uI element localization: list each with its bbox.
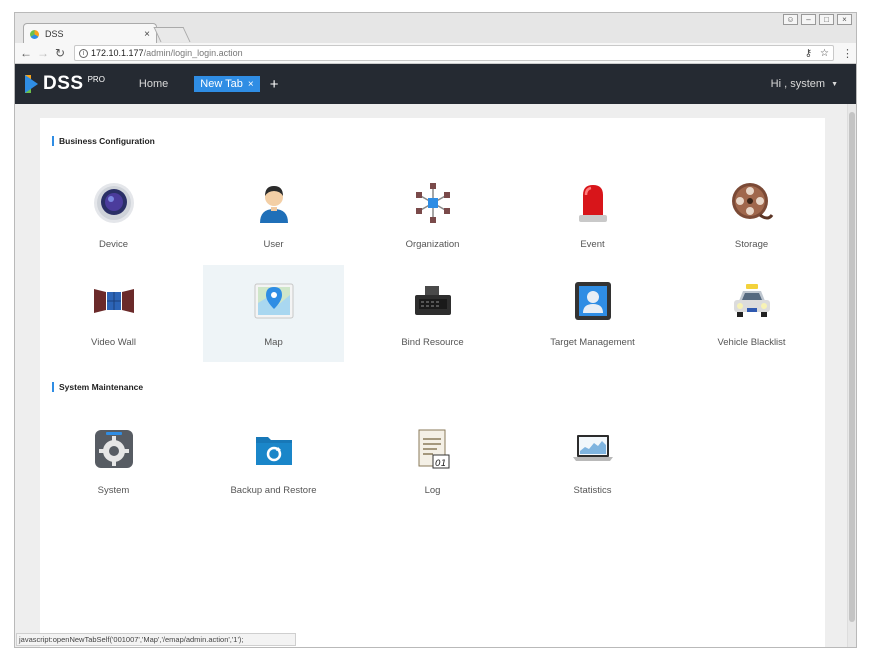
close-window-icon[interactable]: ×	[837, 14, 852, 25]
tile-label: Device	[98, 239, 129, 250]
log-document-icon: 01	[411, 427, 455, 471]
section-title-maintenance: System Maintenance	[52, 382, 143, 392]
tile-label: Vehicle Blacklist	[717, 337, 786, 348]
page-scrollbar[interactable]	[847, 104, 856, 647]
user-menu[interactable]: Hi , system ▼	[771, 78, 838, 90]
tile-label: System	[97, 485, 130, 496]
app-header: DSS PRO Home New Tab × + Hi , system ▼	[15, 64, 856, 104]
url-host: 172.10.1.177	[91, 48, 144, 58]
tile-label: Bind Resource	[401, 337, 464, 348]
tile-label: Organization	[405, 239, 460, 250]
dss-logo-icon	[25, 75, 39, 93]
tile-label: Target Management	[550, 337, 635, 348]
tile-storage[interactable]: Storage	[681, 167, 822, 264]
logo-text: DSS	[43, 73, 84, 94]
browser-tab-close-icon[interactable]: ×	[144, 29, 150, 40]
taxi-car-icon	[730, 279, 774, 323]
address-bar: ← → ↻ i 172.10.1.177 /admin/login_login.…	[15, 43, 856, 64]
url-path: /admin/login_login.action	[143, 48, 243, 58]
bookmark-star-icon[interactable]: ☆	[820, 48, 829, 59]
map-pin-icon	[252, 279, 296, 323]
tile-label: User	[263, 239, 284, 250]
tile-label: Storage	[734, 239, 769, 250]
maximize-icon[interactable]: □	[819, 14, 834, 25]
browser-tabstrip: DSS × ☺ – □ ×	[15, 13, 856, 44]
close-tab-icon[interactable]: ×	[248, 79, 254, 90]
browser-window: DSS × ☺ – □ × ← → ↻ i 172.10.1.177 /admi…	[14, 12, 857, 648]
backup-folder-icon	[252, 427, 296, 471]
content-panel: Business Configuration Device User Organ…	[40, 118, 825, 647]
laptop-chart-icon	[571, 427, 615, 471]
tile-label: Event	[580, 239, 605, 250]
tile-backup-restore[interactable]: Backup and Restore	[203, 413, 344, 510]
app-nav: Home New Tab × +	[139, 76, 279, 93]
tile-label: Video Wall	[91, 337, 136, 348]
logo-edition: PRO	[87, 75, 105, 84]
tile-label: Backup and Restore	[230, 485, 317, 496]
minimize-icon[interactable]: –	[801, 14, 816, 25]
site-info-icon[interactable]: i	[79, 48, 88, 58]
main-area: Business Configuration Device User Organ…	[15, 104, 856, 647]
svg-text:01: 01	[435, 459, 446, 469]
section-title-business: Business Configuration	[52, 136, 155, 146]
tile-label: Map	[264, 337, 283, 348]
face-target-icon	[571, 279, 615, 323]
add-tab-icon[interactable]: +	[270, 76, 279, 93]
user-icon	[252, 181, 296, 225]
dss-logo: DSS PRO	[25, 73, 105, 95]
home-tab[interactable]: Home	[139, 78, 168, 90]
tile-event[interactable]: Event	[522, 167, 663, 264]
browser-menu-icon[interactable]: ⋮	[842, 47, 853, 60]
tile-map[interactable]: Map	[203, 265, 344, 362]
new-tab-active[interactable]: New Tab ×	[194, 76, 260, 92]
window-controls: ☺ – □ ×	[783, 14, 852, 25]
new-tab-label: New Tab	[200, 78, 243, 90]
status-bar: javascript:openNewTabSelf('001007','Map'…	[16, 633, 296, 646]
tile-label: Log	[424, 485, 441, 496]
back-arrow-icon[interactable]: ←	[19, 46, 33, 60]
nvr-device-icon	[411, 279, 455, 323]
tile-bind-resource[interactable]: Bind Resource	[362, 265, 503, 362]
tile-label: Statistics	[573, 485, 612, 496]
url-field[interactable]: i 172.10.1.177 /admin/login_login.action…	[74, 45, 834, 61]
dss-favicon-icon	[30, 29, 39, 39]
tile-system[interactable]: System	[43, 413, 184, 510]
tile-video-wall[interactable]: Video Wall	[43, 265, 184, 362]
scrollbar-thumb[interactable]	[849, 112, 855, 622]
forward-arrow-icon[interactable]: →	[36, 46, 50, 60]
video-wall-icon	[92, 279, 136, 323]
key-icon[interactable]: ⚷	[805, 48, 812, 59]
browser-tab-title: DSS	[45, 29, 64, 39]
tile-organization[interactable]: Organization	[362, 167, 503, 264]
tile-vehicle-blacklist[interactable]: Vehicle Blacklist	[681, 265, 822, 362]
tile-log[interactable]: 01 Log	[362, 413, 503, 510]
tile-statistics[interactable]: Statistics	[522, 413, 663, 510]
gear-icon	[92, 427, 136, 471]
tile-target-management[interactable]: Target Management	[522, 265, 663, 362]
user-greeting: Hi , system	[770, 78, 826, 90]
browser-tab[interactable]: DSS ×	[23, 23, 157, 44]
caret-down-icon: ▼	[831, 80, 838, 88]
profile-icon[interactable]: ☺	[783, 14, 798, 25]
tile-user[interactable]: User	[203, 167, 344, 264]
tile-device[interactable]: Device	[43, 167, 184, 264]
new-browser-tab-button[interactable]	[153, 27, 191, 42]
film-reel-icon	[730, 181, 774, 225]
organization-icon	[411, 181, 455, 225]
reload-icon[interactable]: ↻	[53, 46, 67, 60]
alarm-light-icon	[571, 181, 615, 225]
camera-icon	[92, 181, 136, 225]
